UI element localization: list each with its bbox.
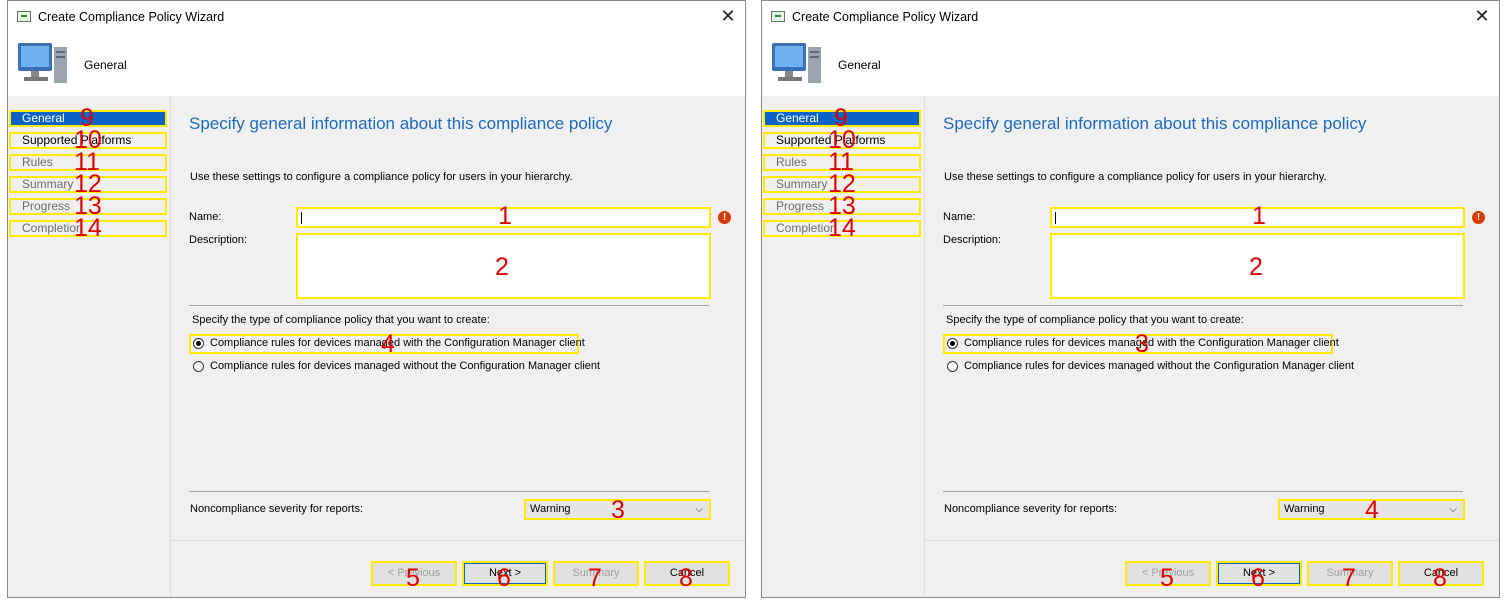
title-bar: Create Compliance Policy Wizard ✕: [8, 1, 745, 32]
radio-unmanaged-devices[interactable]: Compliance rules for devices managed wit…: [947, 360, 1354, 372]
chevron-down-icon: ⌵: [1449, 504, 1457, 515]
error-icon: !: [718, 211, 731, 224]
wizard-title-icon: [17, 11, 31, 22]
description-label: Description:: [943, 234, 1002, 246]
wizard-window-left: Create Compliance Policy Wizard ✕ Genera…: [7, 0, 746, 598]
wizard-header: General: [762, 32, 1499, 96]
wizard-header: General: [8, 32, 745, 96]
annotation-number: 4: [1365, 496, 1379, 524]
wizard-nav: General Supported Platforms Rules Summar…: [762, 96, 925, 597]
annotation-number: 1: [1252, 202, 1266, 230]
annotation-number: 8: [679, 564, 693, 592]
text-caret: [301, 212, 302, 224]
severity-label: Noncompliance severity for reports:: [190, 503, 364, 515]
separator: [189, 305, 709, 306]
wizard-nav: General Supported Platforms Rules Summar…: [8, 96, 171, 597]
radio-button-checked[interactable]: [947, 337, 958, 349]
intro-text: Use these settings to configure a compli…: [190, 171, 573, 183]
header-title: General: [838, 58, 881, 72]
title-bar: Create Compliance Policy Wizard ✕: [762, 1, 1499, 32]
annotation-number: 4: [381, 330, 395, 358]
wizard-title-icon: [771, 11, 785, 22]
separator: [943, 305, 1463, 306]
annotation-number: 2: [495, 253, 509, 281]
chevron-down-icon: ⌵: [695, 504, 703, 515]
annotation-number: 7: [1342, 564, 1356, 592]
name-label: Name:: [189, 211, 222, 223]
name-label: Name:: [943, 211, 976, 223]
wizard-content: Specify general information about this c…: [925, 96, 1499, 540]
annotation-number: 3: [1135, 330, 1149, 358]
annotation-number: 6: [497, 564, 511, 592]
wizard-footer: < Previous 5 Next > 6 Summary 7 Cancel 8: [171, 540, 745, 597]
annotation-number: 14: [828, 214, 856, 242]
wizard-footer: < Previous 5 Next > 6 Summary 7 Cancel 8: [925, 540, 1499, 597]
computer-icon: [18, 43, 67, 83]
annotation-number: 5: [406, 564, 420, 592]
radio-button[interactable]: [947, 360, 958, 372]
radio-button-checked[interactable]: [193, 337, 204, 349]
wizard-window-right: Create Compliance Policy Wizard ✕ Genera…: [761, 0, 1500, 598]
annotation-number: 14: [74, 214, 102, 242]
wizard-content: Specify general information about this c…: [171, 96, 745, 540]
annotation-number: 7: [588, 564, 602, 592]
separator: [943, 491, 1463, 492]
page-title: Specify general information about this c…: [943, 114, 1367, 133]
annotation-number: 3: [611, 496, 625, 524]
error-icon: !: [1472, 211, 1485, 224]
annotation-number: 5: [1160, 564, 1174, 592]
annotation-number: 6: [1251, 564, 1265, 592]
radio-unmanaged-label: Compliance rules for devices managed wit…: [210, 360, 601, 372]
severity-label: Noncompliance severity for reports:: [944, 503, 1118, 515]
radio-managed-label: Compliance rules for devices managed wit…: [964, 337, 1339, 349]
annotation-number: 8: [1433, 564, 1447, 592]
header-title: General: [84, 58, 127, 72]
radio-unmanaged-label: Compliance rules for devices managed wit…: [964, 360, 1355, 372]
text-caret: [1055, 212, 1056, 224]
window-title: Create Compliance Policy Wizard: [38, 9, 225, 24]
window-title: Create Compliance Policy Wizard: [792, 9, 979, 24]
radio-managed-label: Compliance rules for devices managed wit…: [210, 337, 585, 349]
separator: [189, 491, 709, 492]
policy-type-label: Specify the type of compliance policy th…: [192, 314, 490, 326]
description-label: Description:: [189, 234, 248, 246]
page-title: Specify general information about this c…: [189, 114, 613, 133]
policy-type-label: Specify the type of compliance policy th…: [946, 314, 1244, 326]
radio-unmanaged-devices[interactable]: Compliance rules for devices managed wit…: [193, 360, 600, 372]
severity-value: Warning: [530, 503, 571, 515]
annotation-number: 1: [498, 202, 512, 230]
annotation-number: 2: [1249, 253, 1263, 281]
close-icon[interactable]: ✕: [1473, 6, 1491, 26]
intro-text: Use these settings to configure a compli…: [944, 171, 1327, 183]
severity-value: Warning: [1284, 503, 1325, 515]
radio-button[interactable]: [193, 360, 204, 372]
computer-icon: [772, 43, 821, 83]
close-icon[interactable]: ✕: [719, 6, 737, 26]
